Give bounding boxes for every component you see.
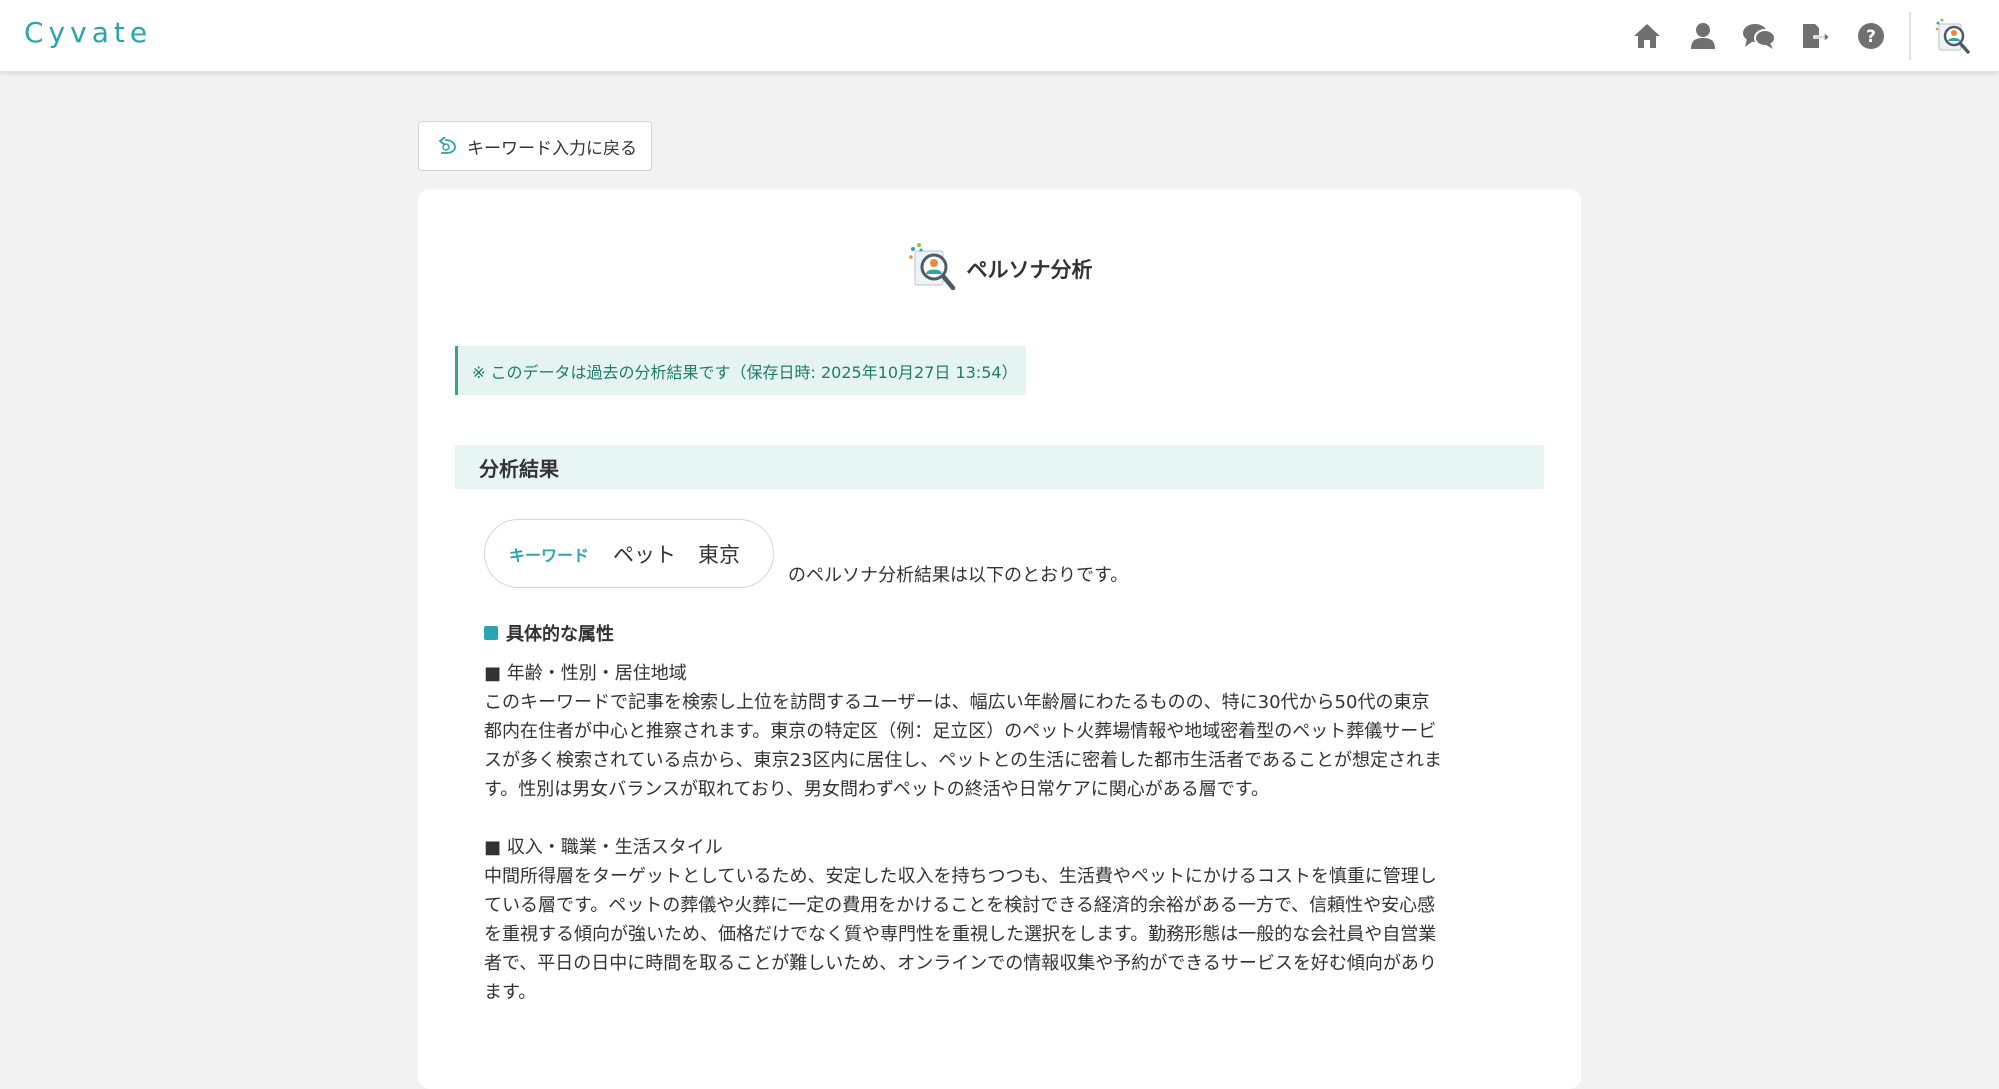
keyword-pill: キーワード ペット 東京 <box>484 519 774 588</box>
user-icon[interactable] <box>1683 16 1723 56</box>
heading-marker-icon <box>484 626 498 640</box>
back-to-keyword-button[interactable]: キーワード入力に戻る <box>418 121 652 171</box>
top-header: Cyvate ? <box>0 0 1999 72</box>
block-line: 中間所得層をターゲットとしているため、安定した収入を持ちつつも、生活費やペットに… <box>484 866 1437 887</box>
block-line: スが多く検索されている点から、東京23区内に居住し、ペットとの生活に密着した都市… <box>484 750 1442 771</box>
analysis-card: ペルソナ分析 ※ このデータは過去の分析結果です（保存日時: 2025年10月2… <box>418 189 1581 1089</box>
block-line: を重視する傾向が強いため、価格だけでなく質や専門性を重視した選択をします。勤務形… <box>484 924 1437 945</box>
back-arrow-icon <box>437 137 457 155</box>
block-subheading: ■ 年齢・性別・居住地域 <box>484 663 687 684</box>
block-line: 者で、平日の日中に時間を取ることが難しいため、オンラインでの情報収集や予約ができ… <box>484 953 1437 974</box>
persona-avatar-icon[interactable] <box>1929 12 1977 60</box>
block-line: す。性別は男女バランスが取れており、男女問わずペットの終活や日常ケアに関心がある… <box>484 779 1269 800</box>
keyword-value: ペット <box>613 542 677 567</box>
block-line: 都内在住者が中心と推察されます。東京の特定区（例：足立区）のペット火葬場情報や地… <box>484 721 1437 742</box>
block-line: ている層です。ペットの葬儀や火葬に一定の費用をかけることを検討できる経済的余裕が… <box>484 895 1436 916</box>
chat-icon[interactable] <box>1739 16 1779 56</box>
attribute-block-income-job-lifestyle: ■ 収入・職業・生活スタイル 中間所得層をターゲットとしているため、安定した収入… <box>484 833 1514 1007</box>
back-button-label: キーワード入力に戻る <box>467 138 637 159</box>
section-title-analysis-results: 分析結果 <box>455 445 1544 489</box>
home-icon[interactable] <box>1627 16 1667 56</box>
help-icon[interactable]: ? <box>1851 16 1891 56</box>
logout-icon[interactable] <box>1795 16 1835 56</box>
keyword-value: 東京 <box>698 542 741 567</box>
page-title: ペルソナ分析 <box>966 258 1093 282</box>
block-line: このキーワードで記事を検索し上位を訪問するユーザーは、幅広い年齢層にわたるものの… <box>484 692 1430 713</box>
card-title: ペルソナ分析 <box>418 241 1581 297</box>
persona-analysis-icon <box>907 241 959 297</box>
saved-data-notice: ※ このデータは過去の分析結果です（保存日時: 2025年10月27日 13:5… <box>455 346 1026 395</box>
attribute-block-age-gender-region: ■ 年齢・性別・居住地域 このキーワードで記事を検索し上位を訪問するユーザーは、… <box>484 659 1514 804</box>
attribute-heading-label: 具体的な属性 <box>506 624 614 645</box>
svg-text:?: ? <box>1866 27 1876 47</box>
intro-text: のペルソナ分析結果は以下のとおりです。 <box>788 565 1129 586</box>
block-line: ます。 <box>484 982 537 1003</box>
attribute-heading: 具体的な属性 <box>484 620 614 646</box>
keyword-label: キーワード <box>509 545 590 565</box>
nav-divider <box>1909 12 1911 60</box>
app-logo[interactable]: Cyvate <box>24 16 152 49</box>
header-nav: ? <box>1611 0 1999 72</box>
block-subheading: ■ 収入・職業・生活スタイル <box>484 837 723 858</box>
